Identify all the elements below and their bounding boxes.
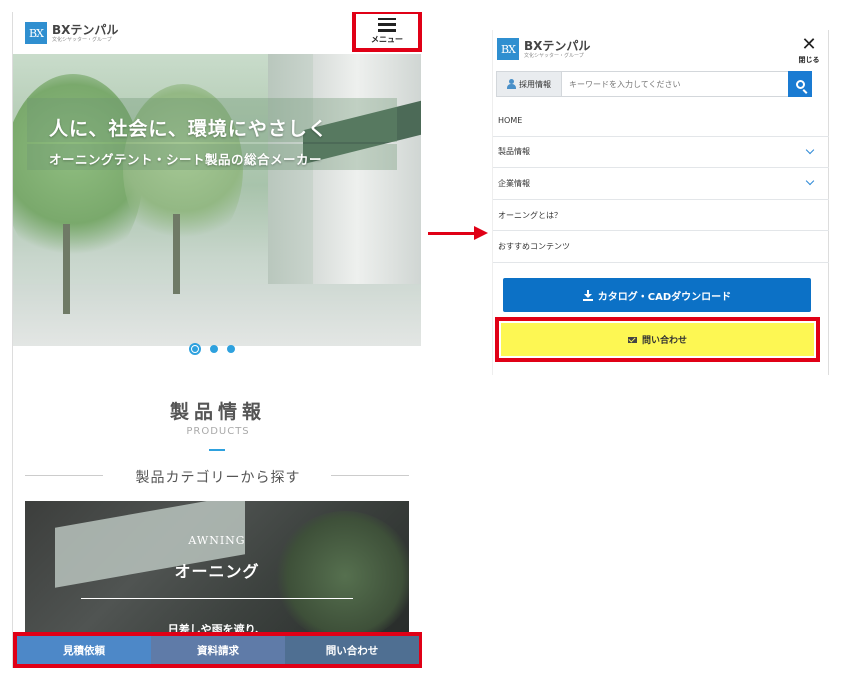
contact-highlight-frame: 問い合わせ: [495, 317, 820, 362]
site-header: BX BXテンパル 文化シヤッター・グループ メニュー: [13, 12, 422, 54]
menu-label: メニュー: [371, 34, 403, 44]
section-accent-bar: [209, 449, 225, 451]
quote-request-button[interactable]: 見積依頼: [17, 636, 151, 664]
recruit-label: 採用情報: [519, 79, 551, 89]
contact-button[interactable]: 問い合わせ: [285, 636, 419, 664]
carousel-dot-1[interactable]: [189, 343, 201, 355]
section-title: 製品情報: [169, 401, 266, 423]
menu-item-label: おすすめコンテンツ: [498, 242, 570, 252]
menu-logo[interactable]: BX BXテンパル 文化シヤッター・グループ: [497, 38, 590, 60]
menu-item-label: オーニングとは？: [498, 210, 562, 220]
menu-item-label: HOME: [498, 115, 523, 125]
document-request-button[interactable]: 資料請求: [151, 636, 285, 664]
contact-label: 問い合わせ: [641, 336, 687, 346]
download-label: カタログ・CADダウンロード: [597, 291, 732, 303]
logo-name: BXテンパル: [524, 38, 591, 53]
search-icon: [795, 79, 805, 89]
hero-slider[interactable]: 人に、社会に、環境にやさしく オーニングテント・シート製品の総合メーカー: [13, 54, 421, 346]
mobile-menu-panel: BX BXテンパル 文化シヤッター・グループ ✕ 閉じる 採用情報 HOME 製…: [492, 30, 829, 375]
person-icon: [507, 79, 516, 89]
menu-item-about-awning[interactable]: オーニングとは？: [493, 200, 829, 232]
card-label-en: AWNING: [188, 534, 246, 547]
hamburger-icon: [378, 17, 396, 32]
download-icon: [582, 289, 593, 301]
logo-name: BXテンパル: [52, 22, 119, 37]
logo-subtitle: 文化シヤッター・グループ: [52, 36, 112, 43]
menu-item-company[interactable]: 企業情報: [493, 168, 829, 200]
card-divider: [81, 598, 353, 599]
mobile-top-page: BX BXテンパル 文化シヤッター・グループ メニュー 人に、社会に、環境にやさ…: [12, 12, 422, 668]
recruit-link[interactable]: 採用情報: [496, 71, 562, 97]
close-button[interactable]: ✕ 閉じる: [796, 36, 822, 65]
menu-list: HOME 製品情報 企業情報 オーニングとは？ おすすめコンテンツ: [493, 105, 829, 263]
hero-street: [13, 284, 421, 346]
section-subtitle: PRODUCTS: [186, 426, 250, 437]
menu-item-recommended[interactable]: おすすめコンテンツ: [493, 231, 829, 263]
catalog-download-button[interactable]: カタログ・CADダウンロード: [503, 278, 811, 312]
menu-item-label: 企業情報: [498, 178, 530, 188]
site-logo[interactable]: BX BXテンパル 文化シヤッター・グループ: [25, 22, 118, 44]
transition-arrow: [428, 232, 476, 235]
search-button[interactable]: [788, 71, 812, 97]
chevron-down-icon: [805, 176, 815, 186]
logo-subtitle: 文化シヤッター・グループ: [524, 52, 584, 59]
hero-tree-trunk: [173, 214, 180, 294]
card-label-jp: オーニング: [174, 562, 260, 581]
hero-subline: オーニングテント・シート製品の総合メーカー: [49, 152, 323, 167]
logo-mark: BX: [497, 38, 519, 60]
search-input[interactable]: [562, 71, 788, 97]
close-label: 閉じる: [798, 56, 820, 64]
carousel-dot-3[interactable]: [227, 345, 235, 353]
menu-item-home[interactable]: HOME: [493, 105, 829, 137]
category-heading: 製品カテゴリーから探す: [135, 470, 301, 486]
chevron-down-icon: [805, 145, 815, 154]
menu-button[interactable]: メニュー: [352, 12, 422, 52]
bottom-action-bar: 見積依頼 資料請求 問い合わせ: [13, 632, 422, 668]
carousel-dot-2[interactable]: [210, 345, 218, 353]
mail-icon: [627, 336, 637, 343]
hero-headline: 人に、社会に、環境にやさしく: [49, 118, 328, 140]
menu-item-products[interactable]: 製品情報: [493, 137, 829, 169]
logo-mark: BX: [25, 22, 47, 44]
arrow-head-icon: [474, 226, 488, 240]
menu-item-label: 製品情報: [498, 147, 530, 157]
contact-button[interactable]: 問い合わせ: [501, 323, 814, 356]
search-row: 採用情報: [496, 71, 820, 97]
hero-tree-trunk: [63, 224, 70, 314]
close-icon: ✕: [801, 34, 817, 55]
carousel-indicators: [189, 343, 235, 355]
product-card-awning[interactable]: AWNING オーニング 日差しや雨を遮り、: [25, 501, 409, 651]
